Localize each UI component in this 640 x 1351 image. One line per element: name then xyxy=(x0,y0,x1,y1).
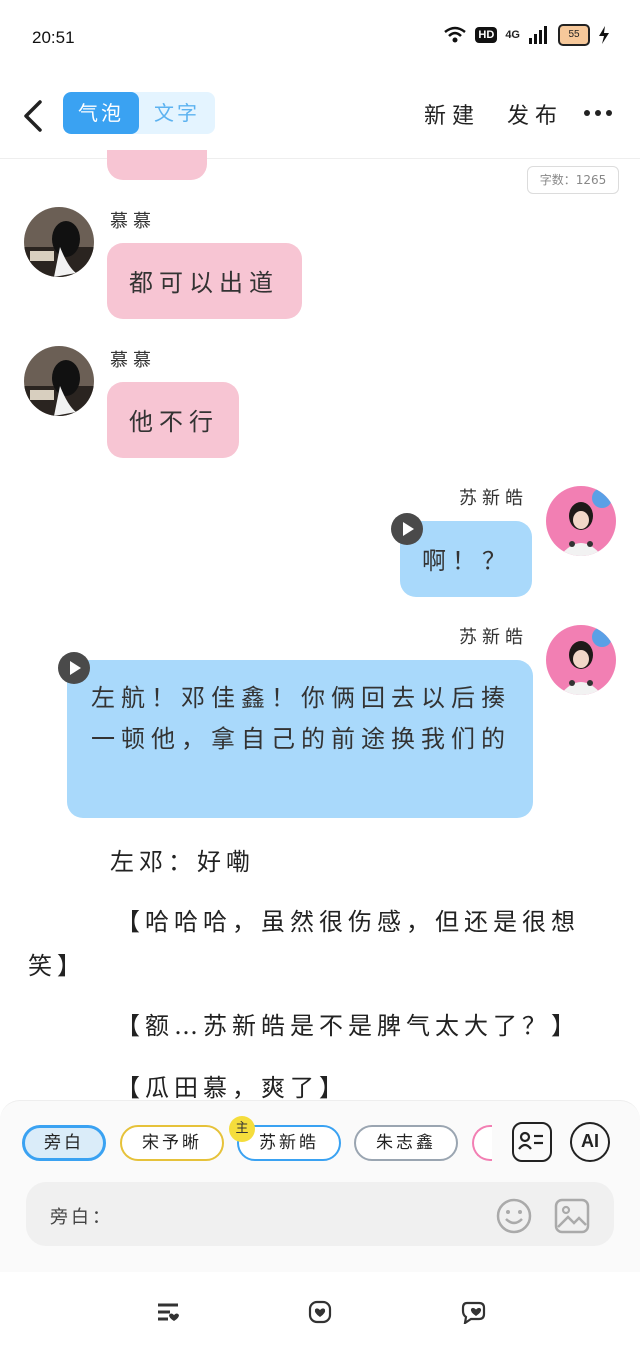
play-icon[interactable] xyxy=(58,652,90,684)
hd-badge: HD xyxy=(475,27,498,43)
bottom-nav xyxy=(0,1272,640,1351)
message-bubble[interactable]: 左航！邓佳鑫！你俩回去以后揍一顿他，拿自己的前途换我们的 xyxy=(67,660,533,818)
status-time: 20:51 xyxy=(32,28,75,47)
status-icons: HD 4G 55 xyxy=(443,24,610,46)
list-icon[interactable] xyxy=(156,1301,180,1327)
role-chip[interactable]: 宋予晰 xyxy=(120,1125,224,1161)
message-bubble[interactable]: 都可以出道 xyxy=(107,243,302,319)
new-button[interactable]: 新建 xyxy=(424,98,480,130)
network-type: 4G xyxy=(505,29,520,41)
publish-button[interactable]: 发布 xyxy=(507,98,563,130)
emoji-icon[interactable] xyxy=(495,1197,533,1239)
signal-icon xyxy=(529,26,547,44)
input-prefix: 旁白： xyxy=(50,1207,113,1228)
role-chip-narrator[interactable]: 旁白 xyxy=(22,1125,106,1161)
chat-heart-icon[interactable] xyxy=(461,1300,487,1328)
play-icon[interactable] xyxy=(391,513,423,545)
speaker-name: 苏新皓 xyxy=(459,488,528,509)
avatar[interactable] xyxy=(24,346,94,416)
charging-icon xyxy=(599,26,609,44)
narration-text[interactable]: 【额…苏新皓是不是脾气太大了？】 xyxy=(116,1004,580,1048)
back-icon xyxy=(24,100,42,132)
heart-icon[interactable] xyxy=(308,1300,332,1328)
contacts-icon[interactable] xyxy=(512,1122,552,1162)
image-icon[interactable] xyxy=(553,1197,591,1239)
wifi-icon xyxy=(444,26,467,43)
avatar[interactable] xyxy=(24,207,94,277)
speaker-name: 苏新皓 xyxy=(459,627,528,648)
avatar[interactable] xyxy=(546,486,616,556)
tab-text[interactable]: 文字 xyxy=(139,92,215,134)
status-bar: 20:51 HD 4G 55 xyxy=(0,0,640,78)
role-chip[interactable]: 朱志鑫 xyxy=(354,1125,458,1161)
battery-icon: 55 xyxy=(558,24,590,46)
narration-text[interactable]: 左邓：好嘞 xyxy=(110,840,255,884)
avatar[interactable] xyxy=(546,625,616,695)
back-button[interactable] xyxy=(18,96,48,136)
main-role-badge: 主 xyxy=(229,1116,255,1142)
mode-toggle: 气泡 文字 xyxy=(63,92,215,134)
speaker-name: 慕慕 xyxy=(110,350,156,371)
message-bubble[interactable]: 他不行 xyxy=(107,382,239,458)
message-bubble-partial[interactable] xyxy=(107,150,207,180)
top-bar: 气泡 文字 新建 发布 xyxy=(0,78,640,159)
more-icon[interactable] xyxy=(584,110,612,116)
word-count: 字数：1265 xyxy=(527,166,619,194)
ai-button[interactable]: AI xyxy=(570,1122,610,1162)
tab-bubble[interactable]: 气泡 xyxy=(63,92,139,134)
narration-text[interactable]: 【哈哈哈，虽然很伤感，但还是很想笑】 xyxy=(28,900,610,988)
speaker-name: 慕慕 xyxy=(110,211,156,232)
